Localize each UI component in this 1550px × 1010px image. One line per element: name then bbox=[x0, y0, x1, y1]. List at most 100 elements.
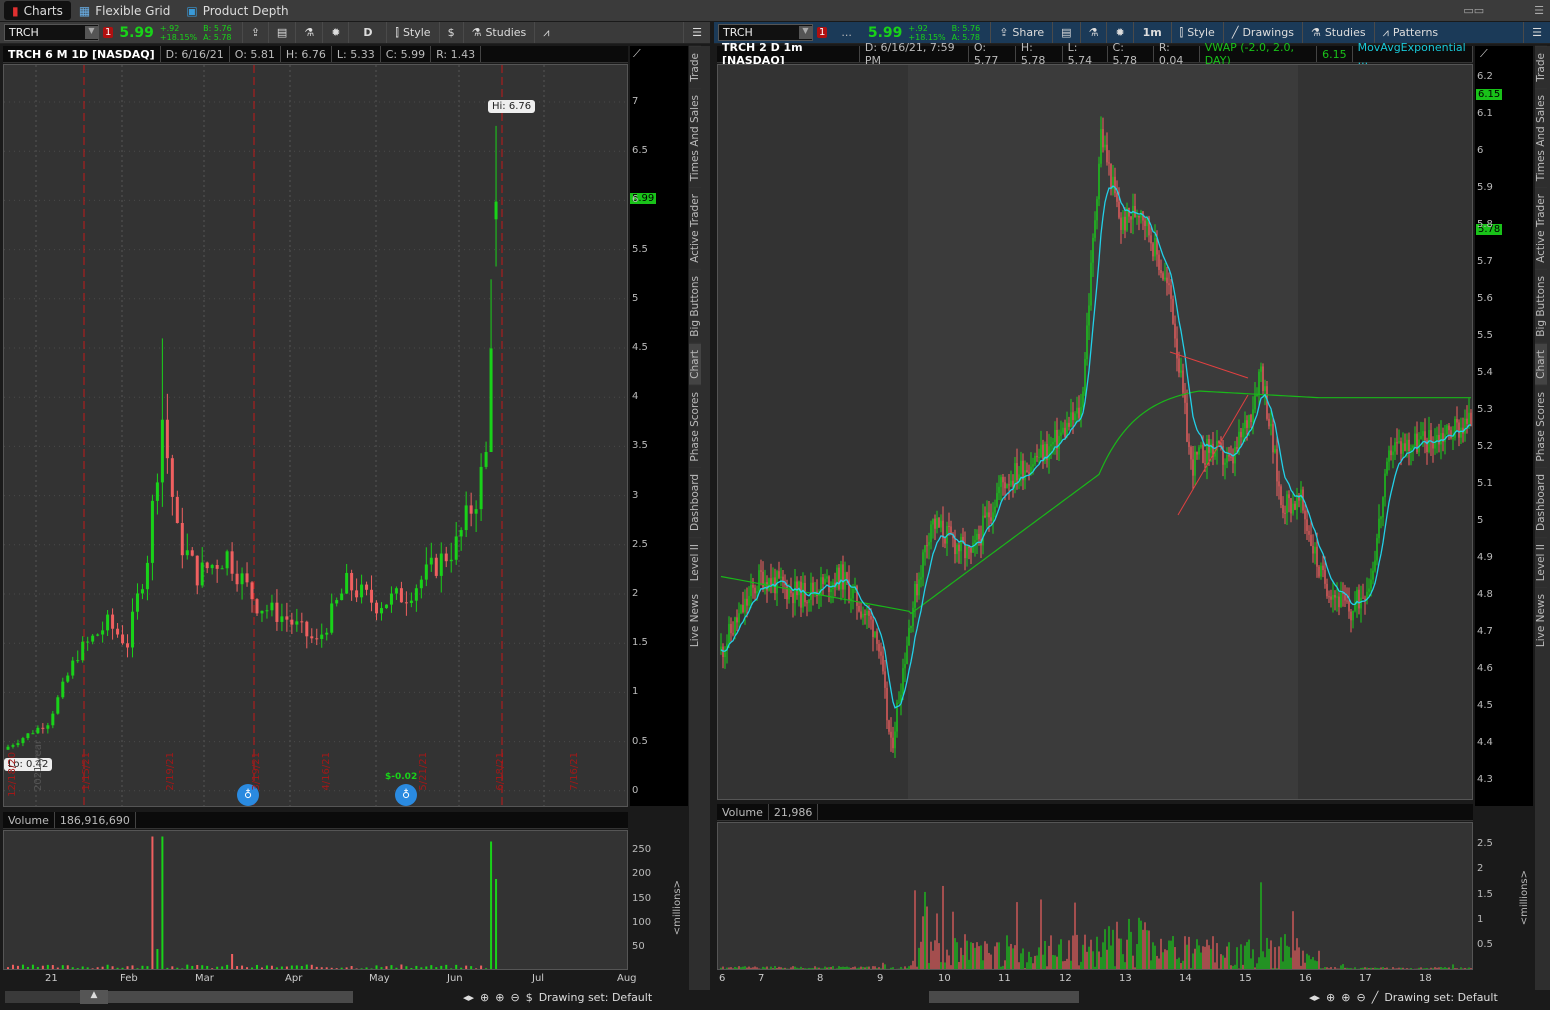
side-tab-chart[interactable]: Chart bbox=[1535, 342, 1547, 385]
style-button[interactable]: ⫿ Style bbox=[1170, 22, 1223, 43]
more-button[interactable]: ... bbox=[841, 26, 852, 39]
pencil-icon[interactable]: ╱ bbox=[1372, 991, 1379, 1004]
side-tab-phase-scores[interactable]: Phase Scores bbox=[689, 384, 701, 468]
volume-bar bbox=[1072, 935, 1074, 969]
style-button[interactable]: ⫿ Style bbox=[386, 22, 438, 43]
crosshair-icon[interactable]: ⊕ bbox=[1326, 991, 1335, 1004]
side-tab-dashboard[interactable]: Dashboard bbox=[1535, 467, 1547, 538]
volume-bar bbox=[335, 968, 338, 969]
volume-bar bbox=[1120, 938, 1122, 969]
side-tab-dashboard[interactable]: Dashboard bbox=[689, 467, 701, 538]
candle-body bbox=[165, 419, 169, 459]
share-button[interactable]: ⇪ bbox=[241, 22, 268, 43]
volume-bar bbox=[1044, 940, 1046, 969]
menu-button[interactable]: ☰ bbox=[683, 22, 710, 43]
zoom-out-icon[interactable]: ⊖ bbox=[510, 991, 519, 1004]
zoom-out-icon[interactable]: ⊖ bbox=[1356, 991, 1365, 1004]
events-button[interactable]: ▤ bbox=[1052, 22, 1079, 43]
candle-body bbox=[365, 584, 369, 590]
collapse-icon[interactable]: ▲ bbox=[80, 990, 108, 1004]
tab-charts[interactable]: ▮ Charts bbox=[4, 1, 71, 20]
autoscale-icon[interactable]: ⟋ bbox=[633, 47, 641, 61]
studies-button[interactable]: ⚗ Studies bbox=[1301, 22, 1374, 43]
right-volume-plot[interactable] bbox=[717, 822, 1473, 970]
share-button[interactable]: ⇪ Share bbox=[990, 22, 1052, 43]
aggregation-button[interactable]: 1m bbox=[1132, 22, 1171, 43]
menu-icon[interactable]: ☰ bbox=[1534, 4, 1544, 17]
side-tab-big-buttons[interactable]: Big Buttons bbox=[1535, 268, 1547, 343]
side-tab-trade[interactable]: Trade bbox=[689, 46, 701, 88]
events-button[interactable]: ▤ bbox=[267, 22, 295, 43]
scroll-thumb[interactable] bbox=[929, 991, 1079, 1003]
volume-bar bbox=[1266, 937, 1268, 969]
settings-button[interactable]: ✹ bbox=[1106, 22, 1132, 43]
crosshair-icon[interactable]: ⊕ bbox=[480, 991, 489, 1004]
side-tab-live-news[interactable]: Live News bbox=[689, 587, 701, 654]
scroll-thumb[interactable] bbox=[108, 991, 353, 1003]
side-tab-chart[interactable]: Chart bbox=[689, 342, 701, 385]
time-tick: 6 bbox=[719, 973, 726, 984]
side-tab-active-trader[interactable]: Active Trader bbox=[689, 187, 701, 269]
autoscale-icon[interactable]: ⟋ bbox=[1480, 47, 1488, 61]
side-tab-level-ii[interactable]: Level II bbox=[1535, 537, 1547, 588]
volume-bar bbox=[1186, 944, 1188, 969]
symbol-input[interactable]: TRCH ▼ bbox=[718, 24, 813, 41]
zoom-in-icon[interactable]: ⊕ bbox=[1341, 991, 1350, 1004]
alert-badge[interactable]: 1 bbox=[103, 27, 114, 38]
candle-body bbox=[1006, 484, 1008, 489]
drawings-button[interactable]: ╱ Drawings bbox=[1222, 22, 1302, 43]
right-price-plot[interactable] bbox=[717, 64, 1473, 800]
side-tab-live-news[interactable]: Live News bbox=[1535, 587, 1547, 654]
candle-body bbox=[1070, 412, 1072, 427]
pan-icon[interactable]: ◂▸ bbox=[463, 991, 474, 1004]
left-volume-plot[interactable] bbox=[3, 830, 628, 970]
side-tab-active-trader[interactable]: Active Trader bbox=[1535, 187, 1547, 269]
dollar-icon[interactable]: $ bbox=[526, 991, 533, 1004]
side-tab-times-and-sales[interactable]: Times And Sales bbox=[1535, 87, 1547, 188]
menu-button[interactable]: ☰ bbox=[1523, 22, 1550, 43]
left-scrollbar[interactable]: ▲ ◂▸ ⊕ ⊕ ⊖ $ Drawing set: Default bbox=[0, 990, 710, 1004]
drawing-set[interactable]: Drawing set: Default bbox=[1384, 991, 1497, 1004]
patterns-button[interactable]: ⩘ Patterns bbox=[1373, 22, 1447, 43]
right-scrollbar[interactable]: ◂▸ ⊕ ⊕ ⊖ ╱ Drawing set: Default bbox=[714, 990, 1534, 1004]
volume-bar bbox=[980, 945, 982, 969]
price-type-button[interactable]: $ bbox=[438, 22, 463, 43]
alert-badge[interactable]: 1 bbox=[817, 27, 828, 38]
candle-body bbox=[1354, 604, 1356, 611]
left-price-plot[interactable] bbox=[3, 64, 628, 807]
zoom-in-icon[interactable]: ⊕ bbox=[495, 991, 504, 1004]
chevron-down-icon[interactable]: ▼ bbox=[799, 26, 812, 39]
earnings-bulb-icon[interactable]: ♁ bbox=[395, 784, 417, 806]
side-tab-trade[interactable]: Trade bbox=[1535, 46, 1547, 88]
drawing-set[interactable]: Drawing set: Default bbox=[539, 991, 652, 1004]
candle-body bbox=[740, 604, 742, 614]
aggregation-button[interactable]: D bbox=[348, 22, 386, 43]
volume-bar bbox=[146, 966, 149, 969]
symbol-input[interactable]: TRCH ▼ bbox=[4, 24, 99, 41]
studies-button[interactable]: ⚗ Studies bbox=[462, 22, 535, 43]
candle-body bbox=[370, 589, 374, 603]
volume-bar bbox=[1296, 938, 1298, 969]
time-tick: 15 bbox=[1239, 973, 1252, 984]
vwap-study[interactable]: VWAP (-2.0, 2.0, DAY) bbox=[1200, 41, 1318, 67]
pan-icon[interactable]: ◂▸ bbox=[1309, 991, 1320, 1004]
layout-icon[interactable]: ▭▭ bbox=[1463, 4, 1484, 17]
flask-button[interactable]: ⚗ bbox=[1079, 22, 1107, 43]
tab-product-depth[interactable]: ▣ Product Depth bbox=[178, 1, 296, 20]
volume-bar bbox=[762, 966, 764, 969]
volume-bar bbox=[920, 941, 922, 969]
side-tab-level-ii[interactable]: Level II bbox=[689, 537, 701, 588]
tab-flexible-grid[interactable]: ▦ Flexible Grid bbox=[71, 1, 179, 20]
candle-body bbox=[986, 512, 988, 517]
settings-button[interactable]: ✹ bbox=[322, 22, 348, 43]
volume-bar bbox=[1442, 967, 1444, 969]
candle-body bbox=[399, 588, 403, 603]
patterns-button[interactable]: ⩘ bbox=[534, 22, 557, 43]
ema-study[interactable]: MovAvgExponential ... bbox=[1353, 41, 1473, 67]
chevron-down-icon[interactable]: ▼ bbox=[85, 26, 98, 39]
flask-button[interactable]: ⚗ bbox=[295, 22, 322, 43]
volume-bar bbox=[400, 964, 403, 969]
side-tab-times-and-sales[interactable]: Times And Sales bbox=[689, 87, 701, 188]
side-tab-phase-scores[interactable]: Phase Scores bbox=[1535, 384, 1547, 468]
side-tab-big-buttons[interactable]: Big Buttons bbox=[689, 268, 701, 343]
